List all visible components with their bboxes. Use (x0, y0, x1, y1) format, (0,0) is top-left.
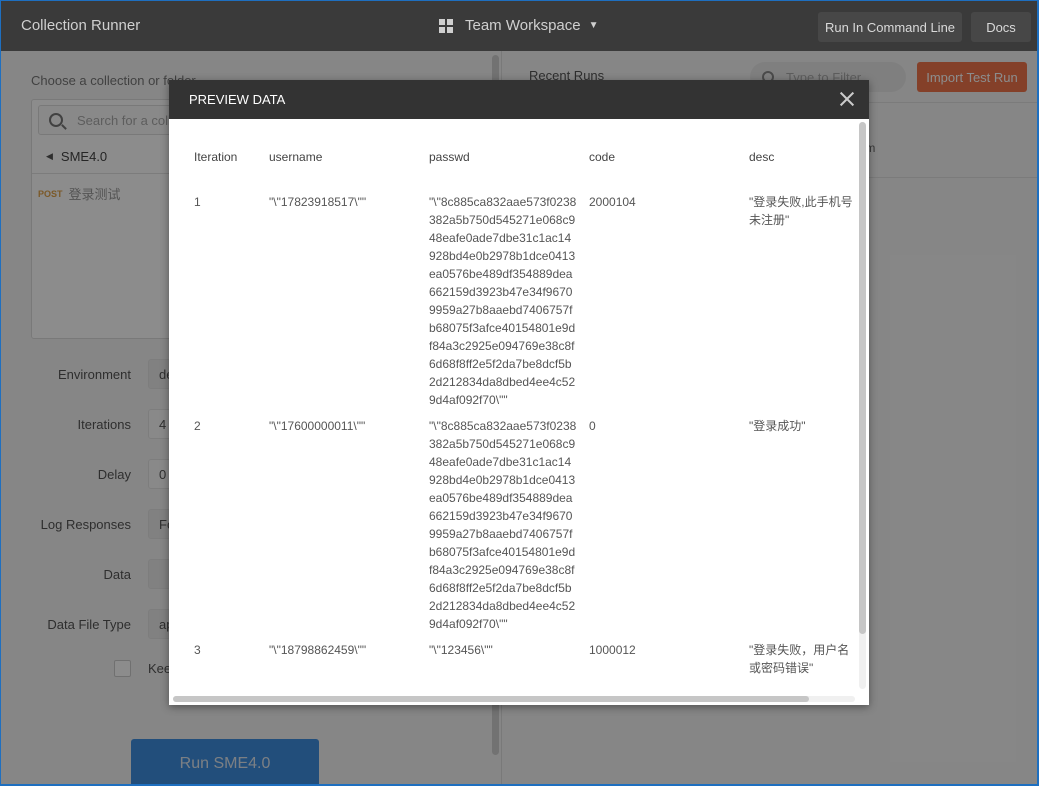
workspace-grid-icon (439, 18, 453, 33)
workspace-label: Team Workspace (465, 17, 581, 34)
vertical-scrollbar-thumb[interactable] (859, 122, 866, 634)
app-title: Collection Runner (21, 17, 141, 34)
cell-username: "\"17600000011\"" (269, 419, 366, 433)
preview-data-table: Iteration username passwd code desc 1 "\… (194, 143, 859, 677)
cell-desc: "登录成功" (749, 419, 806, 433)
cell-code: 2000104 (589, 195, 636, 209)
chevron-down-icon: ▼ (588, 20, 599, 31)
modal-header: PREVIEW DATA (169, 80, 869, 119)
cell-iteration: 1 (194, 195, 201, 209)
cell-iteration: 2 (194, 419, 201, 433)
run-in-command-line-button[interactable]: Run In Command Line (818, 12, 962, 42)
table-row: 1 "\"17823918517\"" "\"8c885ca832aae573f… (194, 173, 859, 409)
column-header-iteration: Iteration (194, 150, 238, 164)
header-bar: Collection Runner Team Workspace ▼ Run I… (1, 1, 1037, 51)
table-row: 3 "\"18798862459\"" "\"123456\"" 1000012… (194, 633, 859, 677)
cell-iteration: 3 (194, 643, 201, 657)
column-header-passwd: passwd (429, 150, 470, 164)
cell-desc: "登录失败，用户名或密码错误" (749, 643, 850, 675)
preview-data-modal: PREVIEW DATA Iteration username passwd c… (169, 80, 869, 705)
column-header-code: code (589, 150, 616, 164)
table-header-row: Iteration username passwd code desc (194, 143, 859, 173)
cell-code: 1000012 (589, 643, 636, 657)
column-header-username: username (269, 150, 323, 164)
column-header-desc: desc (749, 150, 775, 164)
cell-code: 0 (589, 419, 596, 433)
cell-passwd: "\"8c885ca832aae573f0238382a5b750d545271… (429, 195, 577, 407)
table-row: 2 "\"17600000011\"" "\"8c885ca832aae573f… (194, 409, 859, 633)
cell-username: "\"17823918517\"" (269, 195, 367, 209)
cell-desc: "登录失败,此手机号未注册" (749, 195, 853, 227)
horizontal-scrollbar-thumb[interactable] (173, 696, 809, 702)
cell-passwd: "\"8c885ca832aae573f0238382a5b750d545271… (429, 419, 577, 631)
preview-table-container: Iteration username passwd code desc 1 "\… (169, 119, 859, 689)
close-icon[interactable] (837, 89, 857, 109)
cell-username: "\"18798862459\"" (269, 643, 367, 657)
workspace-selector[interactable]: Team Workspace ▼ (439, 17, 599, 34)
docs-button[interactable]: Docs (971, 12, 1031, 42)
modal-title: PREVIEW DATA (189, 92, 286, 107)
cell-passwd: "\"123456\"" (429, 643, 493, 657)
